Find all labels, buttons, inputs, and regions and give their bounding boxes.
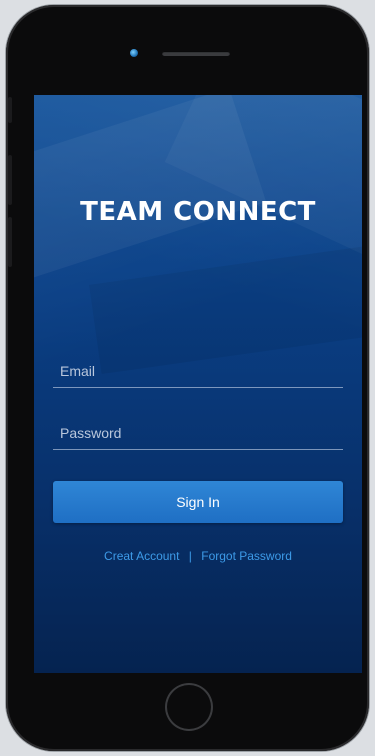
earpiece-speaker-icon [162,51,230,56]
password-field[interactable] [53,419,343,450]
account-links: Creat Account | Forgot Password [34,549,362,563]
background-facet [89,245,362,375]
phone-frame: TEAM CONNECT Sign In Creat Account | For… [6,5,369,751]
email-input[interactable] [53,357,343,385]
front-camera-icon [130,49,138,57]
sign-in-button[interactable]: Sign In [53,481,343,523]
password-input[interactable] [53,419,343,447]
page: TEAM CONNECT Sign In Creat Account | For… [0,0,375,756]
home-button-icon[interactable] [165,683,213,731]
background-facet [164,95,362,255]
mute-switch [8,97,12,123]
login-screen: TEAM CONNECT Sign In Creat Account | For… [34,95,362,673]
volume-down-button [8,217,12,267]
link-separator: | [188,549,192,563]
email-field[interactable] [53,357,343,388]
create-account-link[interactable]: Creat Account [104,549,179,563]
forgot-password-link[interactable]: Forgot Password [201,549,292,563]
app-title: TEAM CONNECT [80,197,316,227]
volume-up-button [8,155,12,205]
